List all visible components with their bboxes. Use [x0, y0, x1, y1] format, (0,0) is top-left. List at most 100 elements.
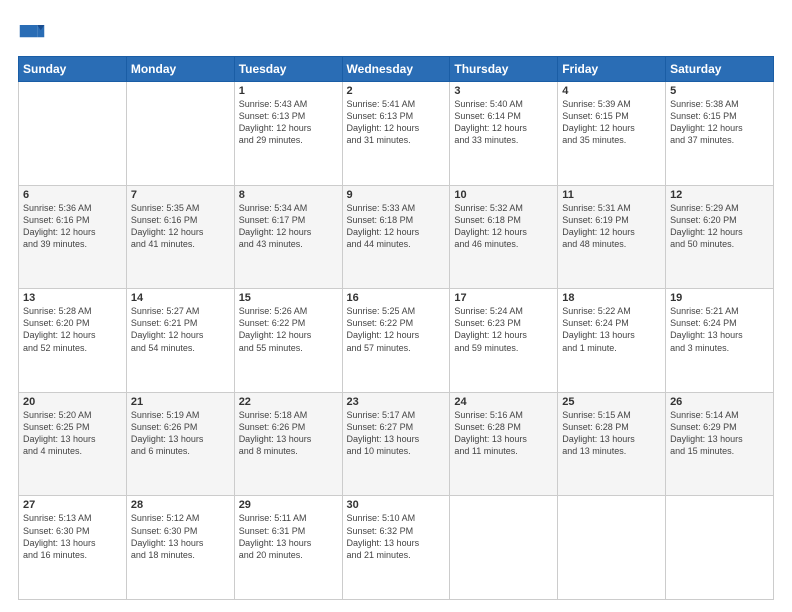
calendar-cell: [666, 496, 774, 600]
day-number: 4: [562, 85, 661, 97]
day-number: 25: [562, 396, 661, 408]
day-info: Sunrise: 5:14 AM Sunset: 6:29 PM Dayligh…: [670, 409, 769, 458]
calendar-cell: 17Sunrise: 5:24 AM Sunset: 6:23 PM Dayli…: [450, 289, 558, 393]
day-number: 21: [131, 396, 230, 408]
calendar-week-5: 27Sunrise: 5:13 AM Sunset: 6:30 PM Dayli…: [19, 496, 774, 600]
calendar-cell: 28Sunrise: 5:12 AM Sunset: 6:30 PM Dayli…: [126, 496, 234, 600]
page: SundayMondayTuesdayWednesdayThursdayFrid…: [0, 0, 792, 612]
day-number: 16: [347, 292, 446, 304]
day-info: Sunrise: 5:17 AM Sunset: 6:27 PM Dayligh…: [347, 409, 446, 458]
day-info: Sunrise: 5:28 AM Sunset: 6:20 PM Dayligh…: [23, 305, 122, 354]
day-number: 6: [23, 189, 122, 201]
day-info: Sunrise: 5:16 AM Sunset: 6:28 PM Dayligh…: [454, 409, 553, 458]
day-info: Sunrise: 5:27 AM Sunset: 6:21 PM Dayligh…: [131, 305, 230, 354]
calendar-cell: 9Sunrise: 5:33 AM Sunset: 6:18 PM Daylig…: [342, 185, 450, 289]
calendar-cell: 14Sunrise: 5:27 AM Sunset: 6:21 PM Dayli…: [126, 289, 234, 393]
day-number: 17: [454, 292, 553, 304]
weekday-header-saturday: Saturday: [666, 57, 774, 82]
day-info: Sunrise: 5:19 AM Sunset: 6:26 PM Dayligh…: [131, 409, 230, 458]
calendar-cell: 15Sunrise: 5:26 AM Sunset: 6:22 PM Dayli…: [234, 289, 342, 393]
day-number: 27: [23, 499, 122, 511]
day-info: Sunrise: 5:43 AM Sunset: 6:13 PM Dayligh…: [239, 98, 338, 147]
calendar-cell: 16Sunrise: 5:25 AM Sunset: 6:22 PM Dayli…: [342, 289, 450, 393]
day-info: Sunrise: 5:11 AM Sunset: 6:31 PM Dayligh…: [239, 512, 338, 561]
calendar-cell: [19, 82, 127, 186]
day-info: Sunrise: 5:25 AM Sunset: 6:22 PM Dayligh…: [347, 305, 446, 354]
day-number: 9: [347, 189, 446, 201]
logo-icon: [18, 18, 46, 46]
calendar-cell: 29Sunrise: 5:11 AM Sunset: 6:31 PM Dayli…: [234, 496, 342, 600]
calendar-cell: 7Sunrise: 5:35 AM Sunset: 6:16 PM Daylig…: [126, 185, 234, 289]
day-info: Sunrise: 5:13 AM Sunset: 6:30 PM Dayligh…: [23, 512, 122, 561]
day-info: Sunrise: 5:15 AM Sunset: 6:28 PM Dayligh…: [562, 409, 661, 458]
calendar-cell: 11Sunrise: 5:31 AM Sunset: 6:19 PM Dayli…: [558, 185, 666, 289]
day-number: 12: [670, 189, 769, 201]
day-info: Sunrise: 5:10 AM Sunset: 6:32 PM Dayligh…: [347, 512, 446, 561]
day-number: 1: [239, 85, 338, 97]
calendar-cell: 1Sunrise: 5:43 AM Sunset: 6:13 PM Daylig…: [234, 82, 342, 186]
day-info: Sunrise: 5:22 AM Sunset: 6:24 PM Dayligh…: [562, 305, 661, 354]
calendar-cell: [450, 496, 558, 600]
day-number: 22: [239, 396, 338, 408]
day-info: Sunrise: 5:26 AM Sunset: 6:22 PM Dayligh…: [239, 305, 338, 354]
calendar-cell: 4Sunrise: 5:39 AM Sunset: 6:15 PM Daylig…: [558, 82, 666, 186]
day-number: 29: [239, 499, 338, 511]
day-info: Sunrise: 5:21 AM Sunset: 6:24 PM Dayligh…: [670, 305, 769, 354]
day-info: Sunrise: 5:35 AM Sunset: 6:16 PM Dayligh…: [131, 202, 230, 251]
day-info: Sunrise: 5:20 AM Sunset: 6:25 PM Dayligh…: [23, 409, 122, 458]
logo: [18, 18, 50, 46]
calendar-week-4: 20Sunrise: 5:20 AM Sunset: 6:25 PM Dayli…: [19, 392, 774, 496]
day-info: Sunrise: 5:33 AM Sunset: 6:18 PM Dayligh…: [347, 202, 446, 251]
day-info: Sunrise: 5:29 AM Sunset: 6:20 PM Dayligh…: [670, 202, 769, 251]
day-info: Sunrise: 5:41 AM Sunset: 6:13 PM Dayligh…: [347, 98, 446, 147]
day-number: 18: [562, 292, 661, 304]
weekday-header-thursday: Thursday: [450, 57, 558, 82]
day-number: 10: [454, 189, 553, 201]
day-number: 30: [347, 499, 446, 511]
day-number: 2: [347, 85, 446, 97]
day-number: 20: [23, 396, 122, 408]
calendar-week-1: 1Sunrise: 5:43 AM Sunset: 6:13 PM Daylig…: [19, 82, 774, 186]
day-number: 26: [670, 396, 769, 408]
weekday-header-monday: Monday: [126, 57, 234, 82]
day-info: Sunrise: 5:18 AM Sunset: 6:26 PM Dayligh…: [239, 409, 338, 458]
calendar-cell: 27Sunrise: 5:13 AM Sunset: 6:30 PM Dayli…: [19, 496, 127, 600]
calendar-cell: 24Sunrise: 5:16 AM Sunset: 6:28 PM Dayli…: [450, 392, 558, 496]
calendar-cell: 3Sunrise: 5:40 AM Sunset: 6:14 PM Daylig…: [450, 82, 558, 186]
calendar-week-3: 13Sunrise: 5:28 AM Sunset: 6:20 PM Dayli…: [19, 289, 774, 393]
calendar-table: SundayMondayTuesdayWednesdayThursdayFrid…: [18, 56, 774, 600]
day-info: Sunrise: 5:36 AM Sunset: 6:16 PM Dayligh…: [23, 202, 122, 251]
header: [18, 18, 774, 46]
calendar-cell: 2Sunrise: 5:41 AM Sunset: 6:13 PM Daylig…: [342, 82, 450, 186]
calendar-cell: 22Sunrise: 5:18 AM Sunset: 6:26 PM Dayli…: [234, 392, 342, 496]
calendar-cell: 21Sunrise: 5:19 AM Sunset: 6:26 PM Dayli…: [126, 392, 234, 496]
calendar-cell: 25Sunrise: 5:15 AM Sunset: 6:28 PM Dayli…: [558, 392, 666, 496]
weekday-header-tuesday: Tuesday: [234, 57, 342, 82]
day-info: Sunrise: 5:31 AM Sunset: 6:19 PM Dayligh…: [562, 202, 661, 251]
calendar-cell: 13Sunrise: 5:28 AM Sunset: 6:20 PM Dayli…: [19, 289, 127, 393]
day-number: 14: [131, 292, 230, 304]
calendar-cell: [126, 82, 234, 186]
calendar-cell: 12Sunrise: 5:29 AM Sunset: 6:20 PM Dayli…: [666, 185, 774, 289]
calendar-cell: 5Sunrise: 5:38 AM Sunset: 6:15 PM Daylig…: [666, 82, 774, 186]
calendar-cell: 18Sunrise: 5:22 AM Sunset: 6:24 PM Dayli…: [558, 289, 666, 393]
day-info: Sunrise: 5:38 AM Sunset: 6:15 PM Dayligh…: [670, 98, 769, 147]
day-number: 15: [239, 292, 338, 304]
day-number: 28: [131, 499, 230, 511]
day-number: 3: [454, 85, 553, 97]
day-info: Sunrise: 5:40 AM Sunset: 6:14 PM Dayligh…: [454, 98, 553, 147]
calendar-cell: 26Sunrise: 5:14 AM Sunset: 6:29 PM Dayli…: [666, 392, 774, 496]
day-info: Sunrise: 5:24 AM Sunset: 6:23 PM Dayligh…: [454, 305, 553, 354]
calendar-week-2: 6Sunrise: 5:36 AM Sunset: 6:16 PM Daylig…: [19, 185, 774, 289]
calendar-cell: 23Sunrise: 5:17 AM Sunset: 6:27 PM Dayli…: [342, 392, 450, 496]
day-info: Sunrise: 5:34 AM Sunset: 6:17 PM Dayligh…: [239, 202, 338, 251]
calendar-cell: 19Sunrise: 5:21 AM Sunset: 6:24 PM Dayli…: [666, 289, 774, 393]
day-info: Sunrise: 5:12 AM Sunset: 6:30 PM Dayligh…: [131, 512, 230, 561]
weekday-header-sunday: Sunday: [19, 57, 127, 82]
day-number: 23: [347, 396, 446, 408]
calendar-cell: [558, 496, 666, 600]
weekday-header-wednesday: Wednesday: [342, 57, 450, 82]
day-info: Sunrise: 5:32 AM Sunset: 6:18 PM Dayligh…: [454, 202, 553, 251]
day-info: Sunrise: 5:39 AM Sunset: 6:15 PM Dayligh…: [562, 98, 661, 147]
calendar-header-row: SundayMondayTuesdayWednesdayThursdayFrid…: [19, 57, 774, 82]
